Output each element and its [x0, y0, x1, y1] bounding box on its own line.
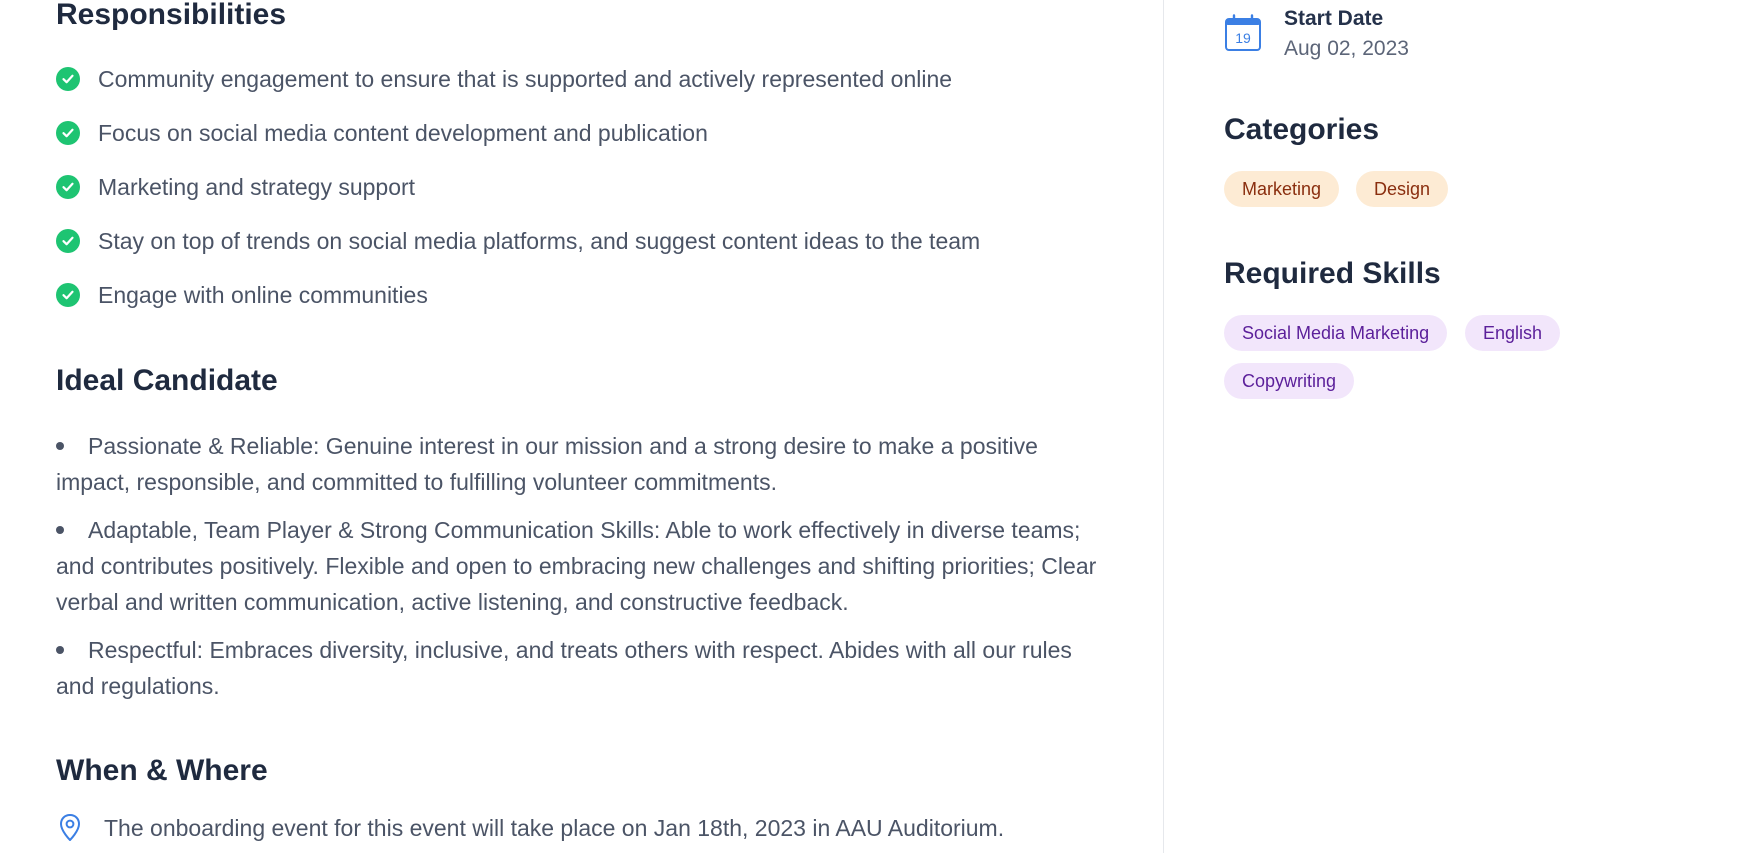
start-date-label: Start Date — [1284, 7, 1384, 30]
responsibility-item: Marketing and strategy support — [56, 172, 415, 202]
job-description-main: Responsibilities Community engagement to… — [0, 0, 1164, 853]
responsibility-text: Stay on top of trends on social media pl… — [98, 227, 981, 254]
check-circle-icon — [56, 229, 80, 253]
responsibility-text: Engage with online communities — [98, 281, 428, 308]
categories-heading: Categories — [1224, 113, 1380, 146]
start-date-value: Aug 02, 2023 — [1284, 37, 1409, 60]
candidate-text: Passionate & Reliable: Genuine interest … — [56, 433, 1038, 495]
check-circle-icon — [56, 67, 80, 91]
responsibility-text: Marketing and strategy support — [98, 173, 416, 200]
check-circle-icon — [56, 121, 80, 145]
required-skills-heading: Required Skills — [1224, 257, 1441, 290]
job-sidebar: 19 Start Date Aug 02, 2023 Categories Ma… — [1164, 0, 1750, 853]
category-tag-design[interactable]: Design — [1356, 171, 1449, 207]
skill-tag-social-media-marketing[interactable]: Social Media Marketing — [1224, 315, 1448, 351]
responsibility-item: Engage with online communities — [56, 280, 428, 310]
bullet-icon — [56, 645, 64, 654]
candidate-item: Passionate & Reliable: Genuine interest … — [56, 428, 1106, 500]
when-where-heading: When & Where — [56, 754, 268, 787]
check-circle-icon — [56, 175, 80, 199]
calendar-day-number: 19 — [1235, 30, 1251, 46]
responsibility-item: Stay on top of trends on social media pl… — [56, 226, 980, 256]
responsibility-text: Focus on social media content developmen… — [98, 119, 708, 146]
when-where-text: The onboarding event for this event will… — [104, 814, 1005, 841]
category-tag-marketing[interactable]: Marketing — [1224, 171, 1340, 207]
responsibility-item: Focus on social media content developmen… — [56, 118, 708, 148]
ideal-candidate-heading: Ideal Candidate — [56, 364, 278, 397]
responsibility-item: Community engagement to ensure that is s… — [56, 64, 952, 94]
candidate-text: Adaptable, Team Player & Strong Communic… — [56, 517, 1097, 615]
responsibilities-heading: Responsibilities — [56, 0, 287, 31]
calendar-icon: 19 — [1224, 14, 1262, 52]
check-circle-icon — [56, 283, 80, 307]
candidate-item: Respectful: Embraces diversity, inclusiv… — [56, 632, 1106, 704]
location-pin-icon — [56, 813, 84, 843]
candidate-text: Respectful: Embraces diversity, inclusiv… — [56, 637, 1072, 699]
bullet-icon — [56, 525, 64, 534]
skill-tag-copywriting[interactable]: Copywriting — [1224, 363, 1355, 399]
bullet-icon — [56, 441, 64, 450]
when-where-row: The onboarding event for this event will… — [56, 811, 1004, 845]
candidate-item: Adaptable, Team Player & Strong Communic… — [56, 512, 1106, 620]
start-date-block: 19 Start Date Aug 02, 2023 — [1224, 8, 1409, 64]
skill-tag-english[interactable]: English — [1465, 315, 1561, 351]
responsibility-text: Community engagement to ensure that is s… — [98, 65, 953, 92]
